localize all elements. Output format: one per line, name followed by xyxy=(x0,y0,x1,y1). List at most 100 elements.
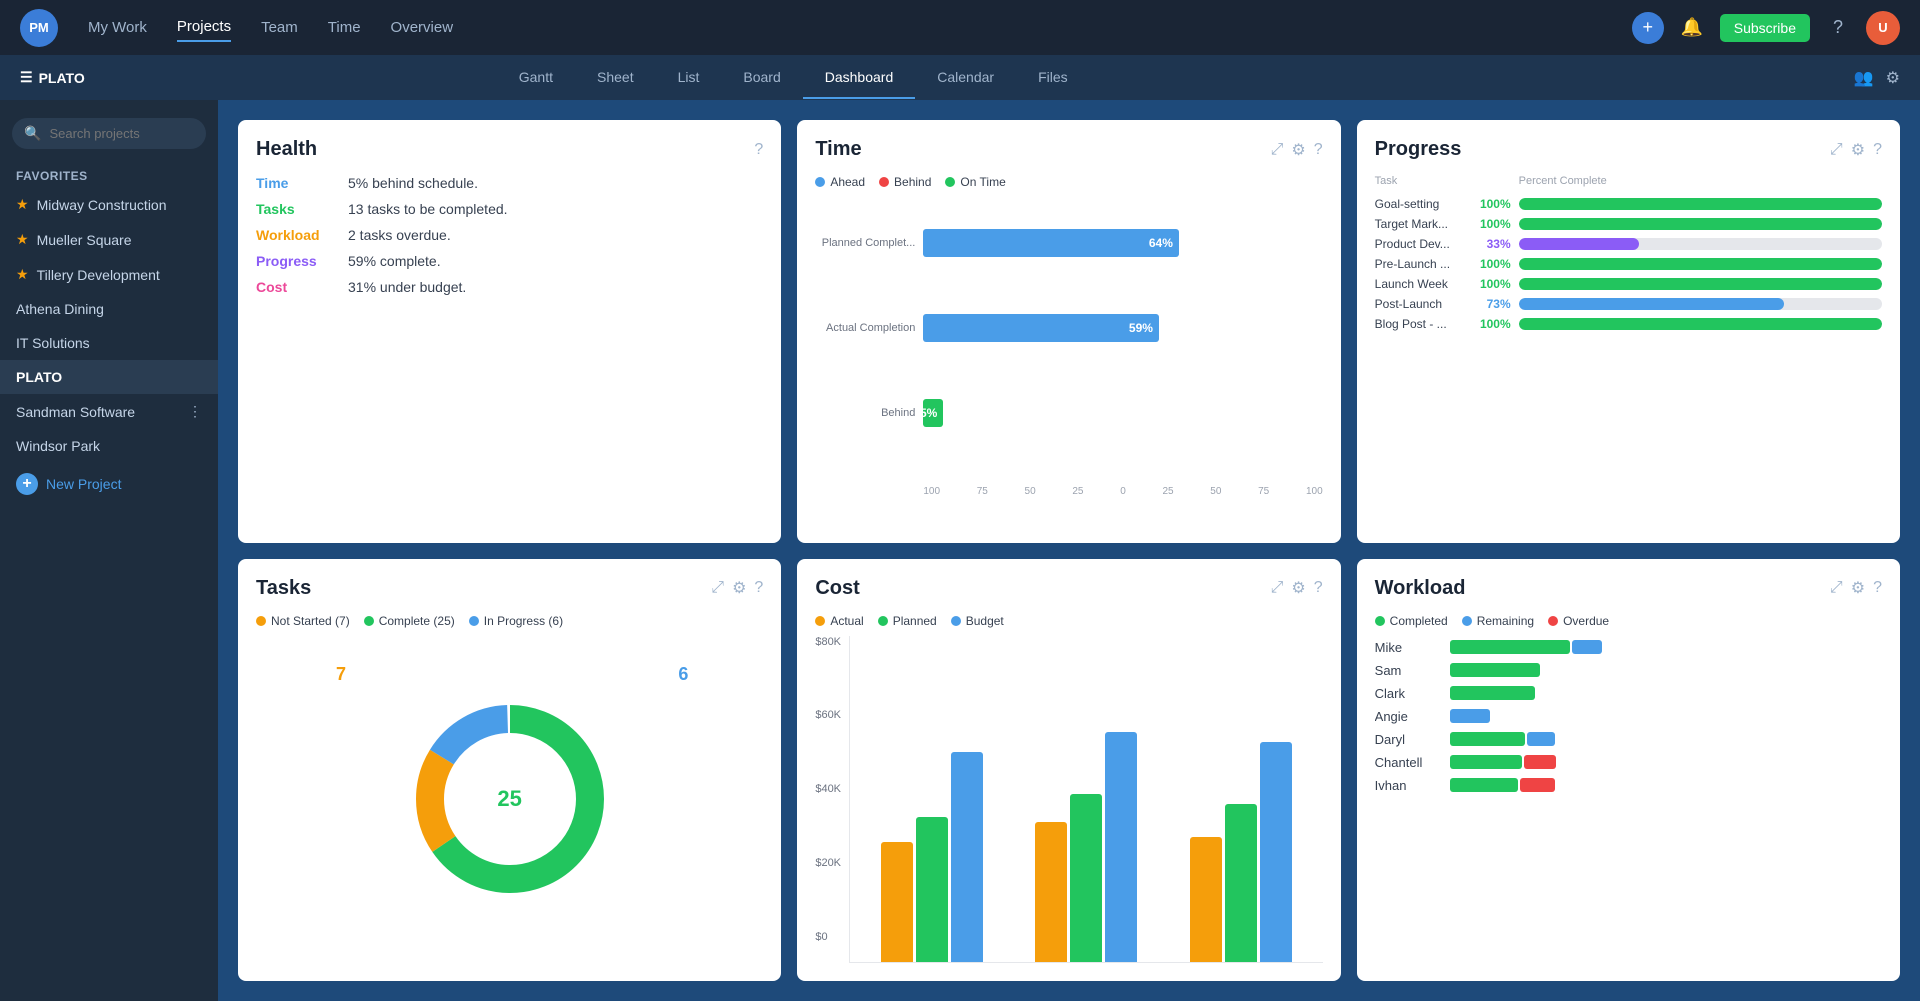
legend-planned: Planned xyxy=(878,614,937,628)
pct-1: 100% xyxy=(1473,217,1511,231)
progress-row-3: Pre-Launch ... 100% xyxy=(1375,257,1882,271)
expand-icon[interactable]: ⤢ xyxy=(1830,579,1843,597)
bar-container-behind: 5% xyxy=(923,398,1322,428)
health-row-progress: Progress 59% complete. xyxy=(256,253,763,269)
legend-budget: Budget xyxy=(951,614,1004,628)
tab-gantt[interactable]: Gantt xyxy=(497,57,575,99)
ivhan-completed xyxy=(1450,778,1518,792)
sidebar-item-sandman[interactable]: Sandman Software ⋮ xyxy=(0,394,218,429)
search-box[interactable]: 🔍 xyxy=(12,118,206,149)
sidebar-item-plato[interactable]: PLATO xyxy=(0,360,218,394)
daryl-bars xyxy=(1450,732,1882,746)
tab-board[interactable]: Board xyxy=(721,57,802,99)
nav-overview[interactable]: Overview xyxy=(391,14,454,41)
bar-container-planned: 64% xyxy=(923,228,1322,258)
expand-icon[interactable]: ⤢ xyxy=(1271,141,1284,159)
mike-completed xyxy=(1450,640,1570,654)
settings-icon[interactable]: ⚙ xyxy=(1851,140,1865,160)
health-card-header: Health ? xyxy=(256,138,763,161)
sidebar-item-it-solutions[interactable]: IT Solutions xyxy=(0,326,218,360)
ahead-dot xyxy=(815,177,825,187)
sidebar-item-tillery[interactable]: ★ Tillery Development xyxy=(0,257,218,292)
help-button[interactable]: ? xyxy=(1822,12,1854,44)
complete-dot xyxy=(364,616,374,626)
sidebar-item-windsor[interactable]: Windsor Park xyxy=(0,429,218,463)
daryl-remaining xyxy=(1527,732,1555,746)
new-project-icon: + xyxy=(16,473,38,495)
progress-row-1: Target Mark... 100% xyxy=(1375,217,1882,231)
settings-icon[interactable]: ⚙ xyxy=(1886,68,1900,88)
ivhan-overdue xyxy=(1520,778,1555,792)
notifications-button[interactable]: 🔔 xyxy=(1676,12,1708,44)
pct-2: 33% xyxy=(1473,237,1511,251)
more-icon[interactable]: ⋮ xyxy=(188,403,202,420)
help-icon[interactable]: ? xyxy=(1873,141,1882,159)
cost-legend: Actual Planned Budget xyxy=(815,614,1322,628)
help-circle-icon[interactable]: ? xyxy=(754,141,763,159)
nav-projects[interactable]: Projects xyxy=(177,13,231,42)
expand-icon[interactable]: ⤢ xyxy=(711,579,724,597)
tab-calendar[interactable]: Calendar xyxy=(915,57,1016,99)
nav-time[interactable]: Time xyxy=(328,14,361,41)
tab-sheet[interactable]: Sheet xyxy=(575,57,656,99)
tab-dashboard[interactable]: Dashboard xyxy=(803,57,916,99)
sidebar-item-athena[interactable]: Athena Dining xyxy=(0,292,218,326)
nav-my-work[interactable]: My Work xyxy=(88,14,147,41)
settings-icon[interactable]: ⚙ xyxy=(1291,140,1305,160)
settings-icon[interactable]: ⚙ xyxy=(1291,578,1305,598)
settings-icon[interactable]: ⚙ xyxy=(1851,578,1865,598)
sidebar-item-midway[interactable]: ★ Midway Construction xyxy=(0,187,218,222)
health-title: Health xyxy=(256,138,317,161)
workload-row-sam: Sam xyxy=(1375,663,1882,678)
mike-bars xyxy=(1450,640,1882,654)
worker-chantell: Chantell xyxy=(1375,755,1440,770)
task-1: Target Mark... xyxy=(1375,217,1465,231)
chantell-overdue xyxy=(1524,755,1556,769)
legend-actual: Actual xyxy=(815,614,863,628)
settings-icon[interactable]: ⚙ xyxy=(732,578,746,598)
main-layout: 🔍 Favorites ★ Midway Construction ★ Muel… xyxy=(0,100,1920,1001)
time-chart: Planned Complet... 64% Actual Completion… xyxy=(815,201,1322,525)
help-icon[interactable]: ? xyxy=(1314,141,1323,159)
sidebar-item-mueller[interactable]: ★ Mueller Square xyxy=(0,222,218,257)
bar-bg-4 xyxy=(1519,278,1882,290)
star-icon: ★ xyxy=(16,196,29,213)
user-avatar[interactable]: U xyxy=(1866,11,1900,45)
search-input[interactable] xyxy=(49,126,194,141)
ivhan-bars xyxy=(1450,778,1882,792)
sam-bars xyxy=(1450,663,1882,677)
subscribe-button[interactable]: Subscribe xyxy=(1720,14,1810,42)
health-value-workload: 2 tasks overdue. xyxy=(348,227,451,243)
progress-card: Progress ⤢ ⚙ ? Task Percent Complete Goa… xyxy=(1357,120,1900,543)
nav-right: + 🔔 Subscribe ? U xyxy=(1632,11,1900,45)
legend-remaining: Remaining xyxy=(1462,614,1534,628)
legend-ontime: On Time xyxy=(945,175,1005,189)
tab-list[interactable]: List xyxy=(656,57,722,99)
workload-row-angie: Angie xyxy=(1375,709,1882,724)
time-legend: Ahead Behind On Time xyxy=(815,175,1322,189)
help-icon[interactable]: ? xyxy=(1873,579,1882,597)
not-started-count: 7 xyxy=(336,664,346,685)
workload-row-mike: Mike xyxy=(1375,640,1882,655)
bar-planned-0 xyxy=(916,817,948,962)
new-project-button[interactable]: + New Project xyxy=(0,463,218,505)
health-label-progress: Progress xyxy=(256,253,336,269)
nav-team[interactable]: Team xyxy=(261,14,298,41)
legend-notstarted: Not Started (7) xyxy=(256,614,350,628)
progress-title: Progress xyxy=(1375,138,1462,161)
legend-overdue: Overdue xyxy=(1548,614,1609,628)
users-icon[interactable]: 👥 xyxy=(1854,68,1874,88)
bar-actual-0 xyxy=(881,842,913,962)
time-card-header: Time ⤢ ⚙ ? xyxy=(815,138,1322,161)
budget-dot xyxy=(951,616,961,626)
tab-files[interactable]: Files xyxy=(1016,57,1090,99)
bar-label-actual: Actual Completion xyxy=(815,322,915,334)
help-icon[interactable]: ? xyxy=(754,579,763,597)
workload-title: Workload xyxy=(1375,577,1466,600)
expand-icon[interactable]: ⤢ xyxy=(1830,141,1843,159)
expand-icon[interactable]: ⤢ xyxy=(1271,579,1284,597)
cost-bar-group-0 xyxy=(870,752,994,962)
add-button[interactable]: + xyxy=(1632,12,1664,44)
sidebar: 🔍 Favorites ★ Midway Construction ★ Muel… xyxy=(0,100,218,1001)
help-icon[interactable]: ? xyxy=(1314,579,1323,597)
